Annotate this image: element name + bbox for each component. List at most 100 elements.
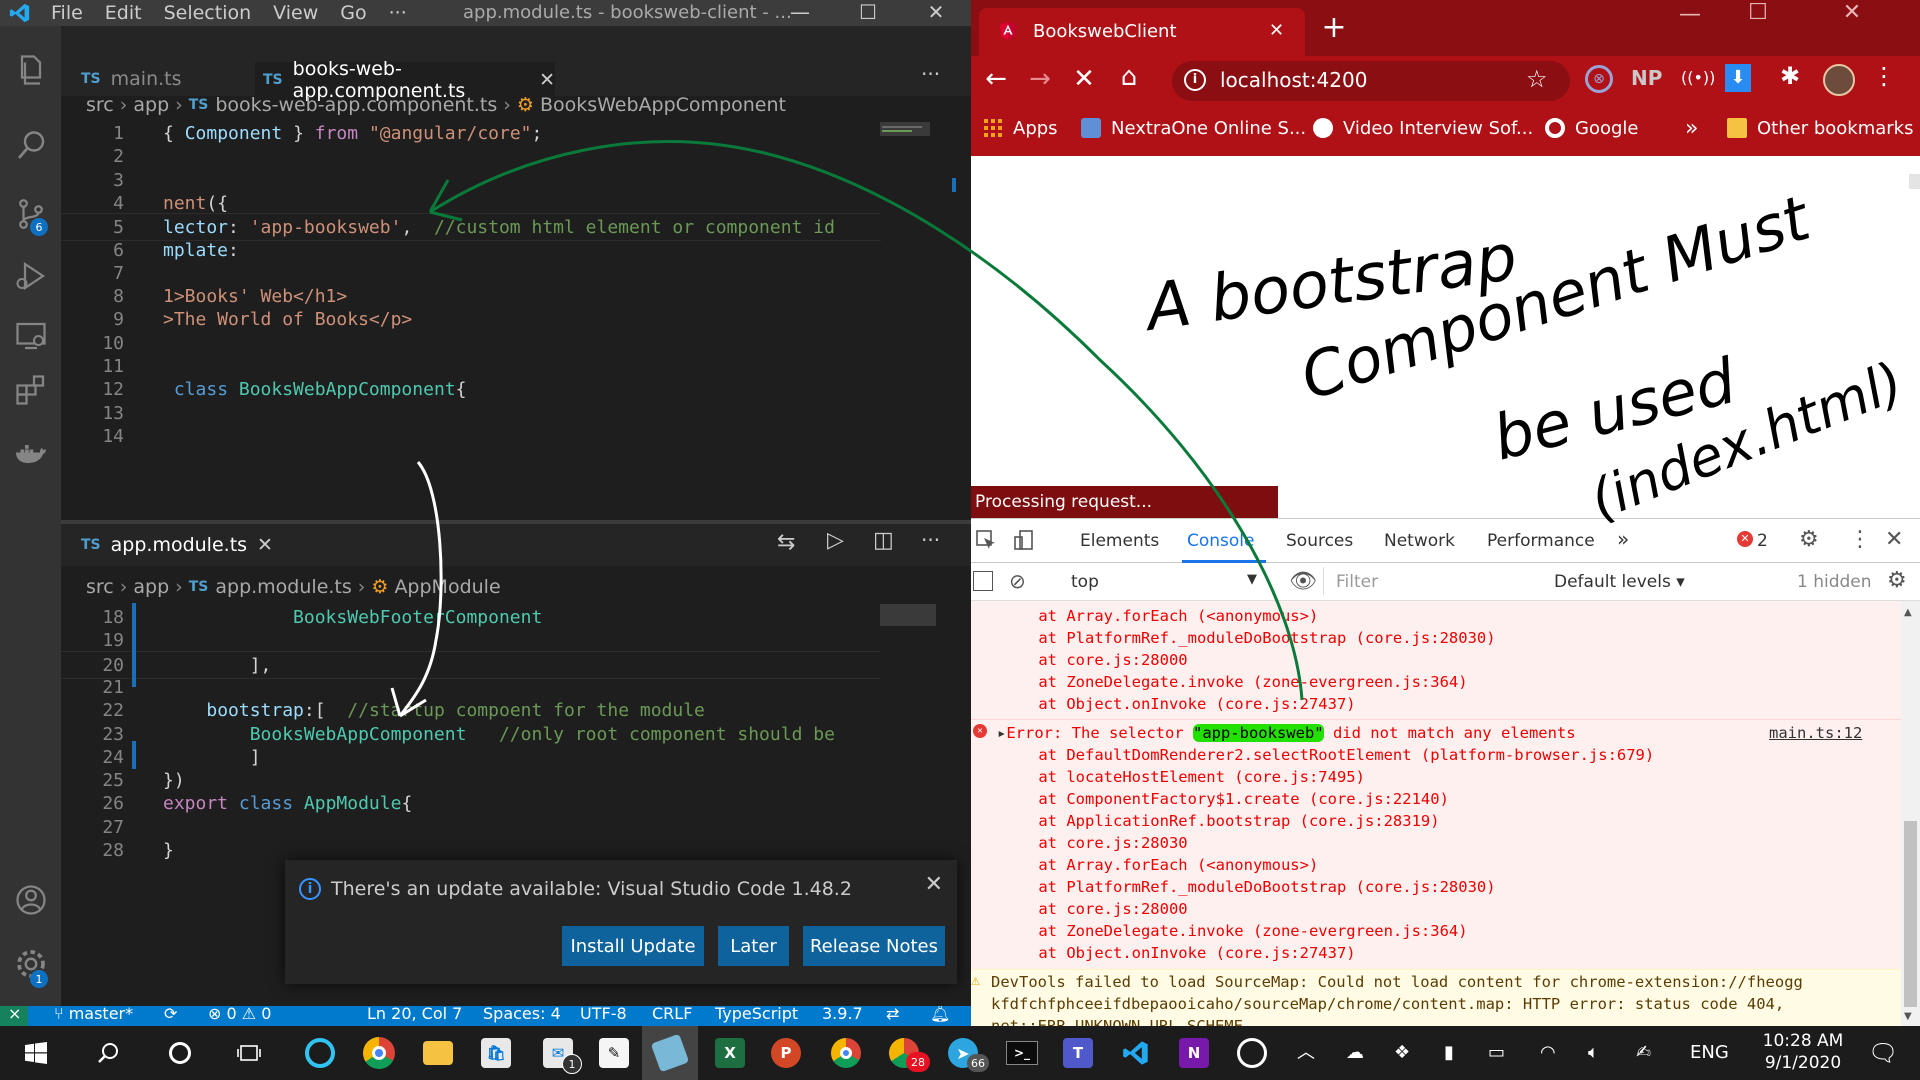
warning-line[interactable]: kfdfchfphceeifdbepaooicaho/sourceMap/chr… <box>991 993 1784 1015</box>
new-tab-icon[interactable]: + <box>1319 10 1349 45</box>
store-icon[interactable]: 🛍︎ <box>468 1026 524 1080</box>
language-indicator[interactable]: ENG <box>1690 1026 1729 1080</box>
stack-frame[interactable]: at DefaultDomRenderer2.selectRootElement… <box>1001 744 1654 766</box>
error-message[interactable]: ▸Error: The selector "app-booksweb" did … <box>997 722 1576 744</box>
extension-blocker-icon[interactable]: ⊗ <box>1585 65 1613 93</box>
stack-frame[interactable]: at Object.onInvoke (core.js:27437) <box>1001 942 1355 964</box>
close-window-icon[interactable]: ✕ <box>1837 0 1867 25</box>
extensions-icon[interactable] <box>0 362 61 418</box>
language-mode[interactable]: TypeScript <box>715 1006 798 1023</box>
show-sidebar-icon[interactable] <box>973 571 993 591</box>
stack-frame[interactable]: at ComponentFactory$1.create (core.js:22… <box>1001 788 1449 810</box>
context-selector[interactable]: top <box>1071 572 1099 592</box>
docker-icon[interactable] <box>0 426 61 482</box>
stack-frame[interactable]: at Object.onInvoke (core.js:27437) <box>1001 693 1355 715</box>
maximize-icon[interactable]: ☐ <box>1743 0 1773 25</box>
clear-console-icon[interactable]: ⊘ <box>1009 569 1026 593</box>
encoding[interactable]: UTF-8 <box>580 1006 627 1023</box>
pen-icon[interactable]: ✍︎ <box>1636 1026 1651 1080</box>
run-debug-icon[interactable] <box>0 248 61 304</box>
chrome-taskbar-icon[interactable] <box>351 1026 407 1080</box>
task-view-icon[interactable] <box>222 1026 278 1080</box>
menu-item-3[interactable]: View <box>262 2 329 24</box>
accounts-icon[interactable] <box>0 872 61 928</box>
problems-status[interactable]: ⊗ 0 ⚠ 0 <box>208 1006 271 1023</box>
stack-frame[interactable]: at core.js:28000 <box>1001 898 1187 920</box>
stop-loading-icon[interactable]: ✕ <box>1069 64 1099 94</box>
tab-performance[interactable]: Performance <box>1487 531 1595 551</box>
extension-np-icon[interactable]: NP <box>1631 66 1662 90</box>
error-source-link[interactable]: main.ts:12 <box>1769 722 1862 744</box>
devtools-settings-icon[interactable]: ⚙ <box>1799 527 1819 552</box>
powerpoint-icon[interactable]: P <box>758 1026 814 1080</box>
tab-console[interactable]: Console <box>1187 531 1255 551</box>
hidden-count[interactable]: 1 hidden <box>1797 572 1872 592</box>
onenote-icon[interactable]: N <box>1166 1026 1222 1080</box>
volume-icon[interactable]: 🔈︎ <box>1588 1026 1599 1080</box>
xbox-icon[interactable] <box>1224 1026 1280 1080</box>
open-changes-icon[interactable]: ⇆ <box>777 530 795 555</box>
bookmark-apps[interactable]: Apps <box>983 106 1058 150</box>
split-editor-icon[interactable]: ◫ <box>873 528 894 553</box>
search-icon[interactable] <box>0 118 61 174</box>
devtools-menu-icon[interactable]: ⋮ <box>1849 527 1871 552</box>
install-update-button[interactable]: Install Update <box>562 926 704 966</box>
back-icon[interactable]: ← <box>981 64 1011 94</box>
minimap-bottom[interactable] <box>880 604 950 644</box>
address-bar[interactable]: i localhost:4200 ☆ <box>1172 61 1570 101</box>
excel-icon[interactable]: X <box>702 1026 758 1080</box>
bookmark-star-icon[interactable]: ☆ <box>1526 65 1548 93</box>
bookmarks-overflow[interactable]: » <box>1685 106 1698 150</box>
extension-broadcast-icon[interactable]: ((•)) <box>1681 68 1715 87</box>
code-editor-top[interactable]: 1{ Component } from "@angular/core"; 2 3 4 n… <box>61 120 971 518</box>
end-of-line[interactable]: CRLF <box>652 1006 692 1023</box>
other-bookmarks[interactable]: Other bookmarks <box>1727 106 1913 150</box>
sync-icon[interactable]: ⟳ <box>164 1006 177 1023</box>
notifications-bell-icon[interactable]: 🔔︎ <box>930 1006 950 1023</box>
source-control-icon[interactable]: 6 <box>0 186 61 242</box>
indentation[interactable]: Spaces: 4 <box>483 1006 561 1023</box>
extensions-puzzle-icon[interactable]: ✱ <box>1775 62 1805 90</box>
remote-indicator[interactable]: × <box>0 1006 28 1026</box>
stack-frame[interactable]: at core.js:28030 <box>1001 832 1187 854</box>
dropbox-icon[interactable]: ❖ <box>1394 1026 1410 1080</box>
stack-frame[interactable]: at ZoneDelegate.invoke (zone-evergreen.j… <box>1001 920 1467 942</box>
warning-line[interactable]: DevTools failed to load SourceMap: Could… <box>991 971 1803 993</box>
code-line[interactable]: 14 <box>61 423 881 451</box>
ts-version[interactable]: 3.9.7 <box>822 1006 863 1023</box>
live-share-icon[interactable]: ⇄ <box>886 1006 899 1023</box>
git-branch[interactable]: ⑂ master* <box>54 1006 133 1023</box>
terminal-icon[interactable]: >_ <box>994 1026 1050 1080</box>
inspect-element-icon[interactable] <box>975 529 997 551</box>
cortana-icon[interactable] <box>152 1026 208 1080</box>
tab-app-module[interactable]: TS app.module.ts ✕ <box>81 528 273 562</box>
console-settings-icon[interactable]: ⚙ <box>1887 568 1907 593</box>
stack-frame[interactable]: at Array.forEach (<anonymous>) <box>1001 605 1318 627</box>
minimize-icon[interactable]: — <box>1675 2 1705 27</box>
expand-triangle-icon[interactable]: ▸ <box>997 724 1006 742</box>
telegram-icon[interactable]: ➤ 66 <box>935 1026 991 1080</box>
more-tabs-icon[interactable]: » <box>1617 527 1629 551</box>
manage-gear-icon[interactable]: 1 <box>0 936 61 992</box>
menu-item-1[interactable]: Edit <box>94 2 153 24</box>
chrome-menu-icon[interactable]: ⋮ <box>1869 62 1899 90</box>
release-notes-button[interactable]: Release Notes <box>803 926 945 966</box>
forward-icon[interactable]: → <box>1025 64 1055 94</box>
bookmark-google[interactable]: Google <box>1545 106 1638 150</box>
stack-frame[interactable]: at core.js:28000 <box>1001 649 1187 671</box>
home-icon[interactable]: ⌂ <box>1114 62 1144 92</box>
menu-item-2[interactable]: Selection <box>153 2 263 24</box>
menu-item-5[interactable]: ··· <box>378 2 418 24</box>
site-info-icon[interactable]: i <box>1184 69 1206 91</box>
clock[interactable]: 10:28 AM 9/1/2020 <box>1748 1030 1858 1074</box>
later-button[interactable]: Later <box>718 926 789 966</box>
wifi-icon[interactable]: ◠ <box>1540 1026 1556 1080</box>
file-explorer-icon[interactable] <box>410 1026 466 1080</box>
minimize-icon[interactable]: — <box>772 0 828 26</box>
stack-frame[interactable]: at ApplicationRef.bootstrap (core.js:283… <box>1001 810 1439 832</box>
stack-frame[interactable]: at PlatformRef._moduleDoBootstrap (core.… <box>1001 627 1495 649</box>
start-windows-icon[interactable] <box>8 1026 64 1080</box>
onedrive-icon[interactable]: ☁ <box>1346 1026 1364 1080</box>
filter-input[interactable]: Filter <box>1323 567 1539 595</box>
stack-frame[interactable]: at PlatformRef._moduleDoBootstrap (core.… <box>1001 876 1495 898</box>
